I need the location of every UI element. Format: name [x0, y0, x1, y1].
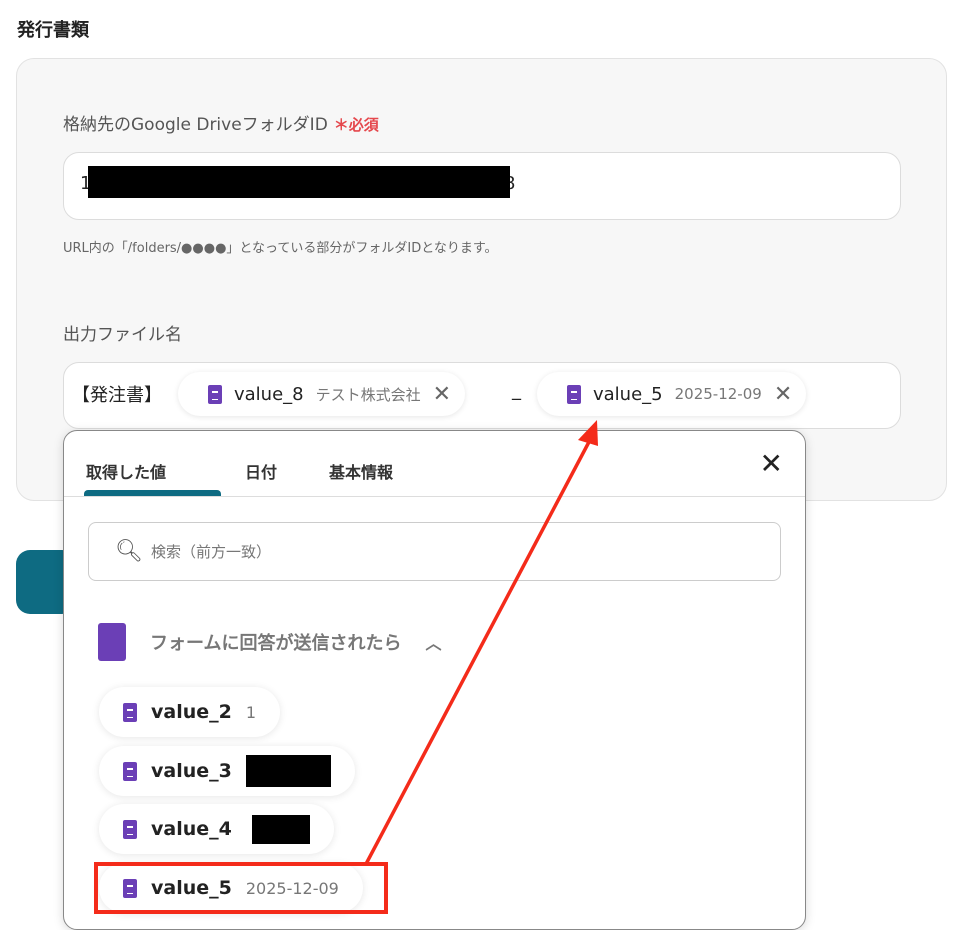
annotation-arrow: [364, 420, 598, 865]
